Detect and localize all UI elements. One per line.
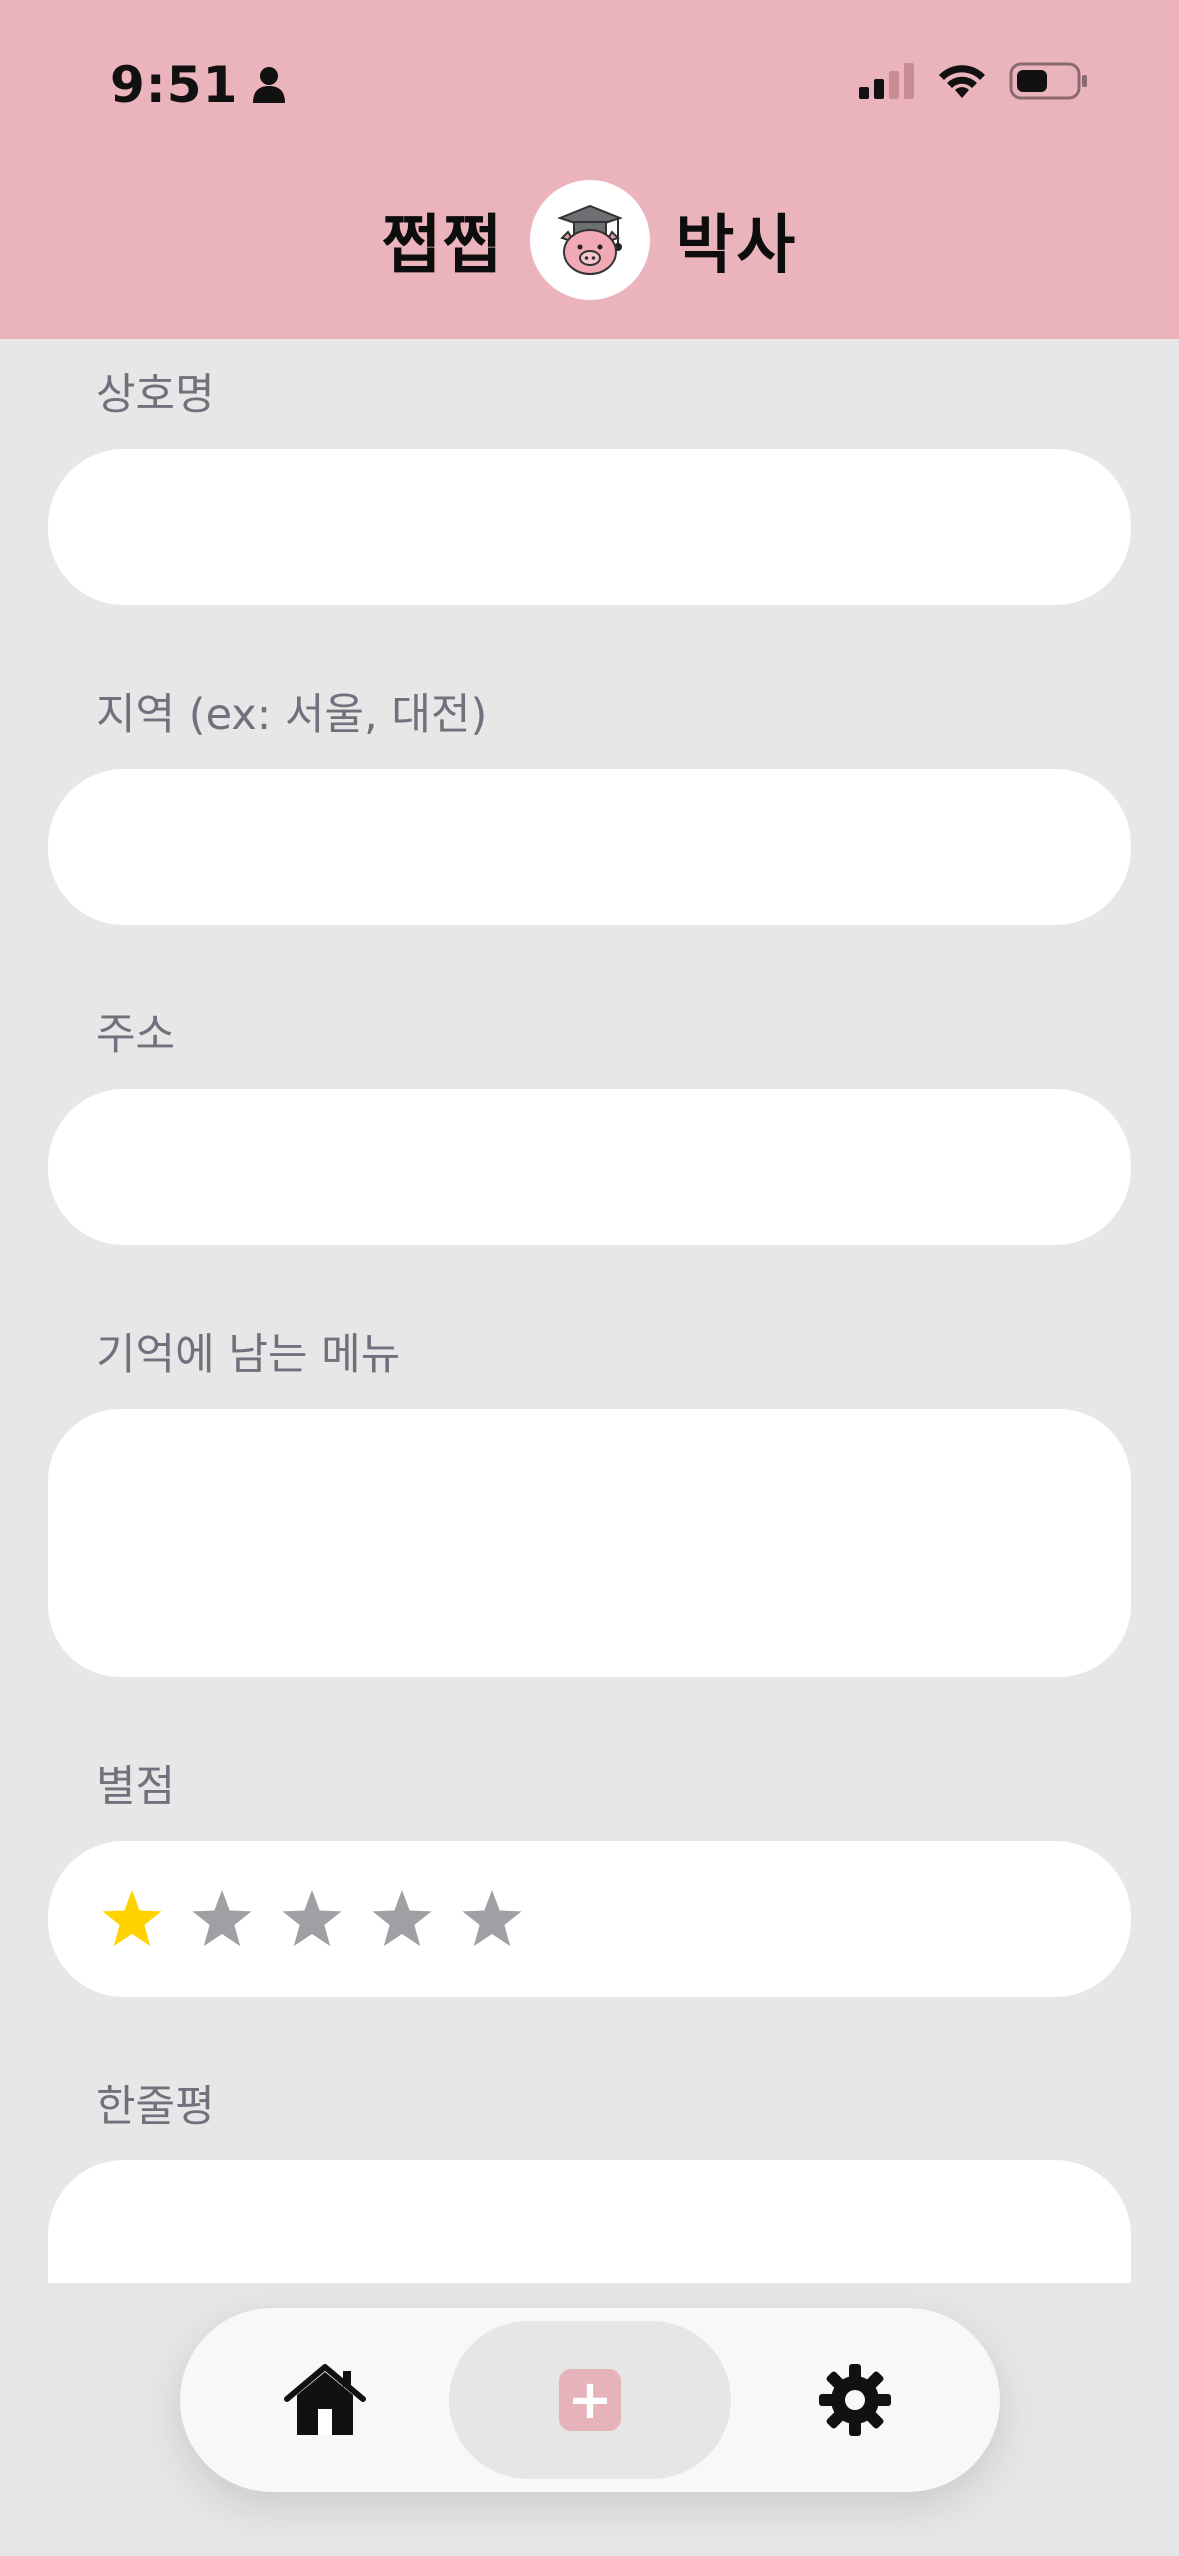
time-label: 9:51 [110, 56, 239, 114]
person-icon [253, 67, 286, 103]
label-address: 주소 [96, 1010, 176, 1060]
label-one-line-review: 한줄평 [96, 2082, 215, 2132]
pig-graduate-icon [556, 204, 623, 275]
label-memorable-menu: 기억에 남는 메뉴 [96, 1330, 401, 1380]
status-bar-right [859, 62, 1089, 100]
label-store-name: 상호명 [96, 370, 215, 420]
label-rating: 별점 [96, 1762, 176, 1812]
app-brand: 쩝쩝 박사 [0, 180, 1179, 300]
tab-home[interactable] [200, 2321, 449, 2479]
battery-icon [1009, 62, 1087, 100]
star-icon-5[interactable] [460, 1887, 524, 1951]
status-bar-time: 9:51 [110, 56, 286, 114]
star-icon-4[interactable] [370, 1887, 434, 1951]
cellular-signal-icon [859, 63, 914, 99]
rating-stars [48, 1841, 1131, 1997]
app-screen: 9:51 쩝쩝 박사 상호명 지역 (ex: 서울, 대전) 주소 기억에 남는… [0, 0, 1179, 2556]
wifi-icon [939, 65, 985, 98]
house-icon [283, 2364, 366, 2435]
label-region: 지역 (ex: 서울, 대전) [96, 690, 488, 740]
star-icon-2[interactable] [190, 1887, 254, 1951]
store-name-input[interactable] [48, 449, 1131, 605]
brand-text-left: 쩝쩝 [381, 209, 504, 283]
brand-text-right: 박사 [675, 209, 798, 283]
tab-bar: + [180, 2308, 1000, 2492]
region-input[interactable] [48, 769, 1131, 925]
pig-graduate-logo [529, 180, 650, 300]
header: 9:51 쩝쩝 박사 [0, 0, 1179, 339]
gear-icon [819, 2364, 892, 2436]
tab-settings[interactable] [731, 2321, 980, 2479]
one-line-review-input[interactable] [48, 2160, 1131, 2283]
star-icon-3[interactable] [280, 1887, 344, 1951]
star-icon-1[interactable] [100, 1887, 164, 1951]
plus-icon: + [559, 2369, 621, 2431]
memorable-menu-textarea[interactable] [48, 1409, 1131, 1677]
address-input[interactable] [48, 1089, 1131, 1245]
tab-add[interactable]: + [449, 2321, 731, 2479]
plus-glyph: + [567, 2368, 613, 2431]
